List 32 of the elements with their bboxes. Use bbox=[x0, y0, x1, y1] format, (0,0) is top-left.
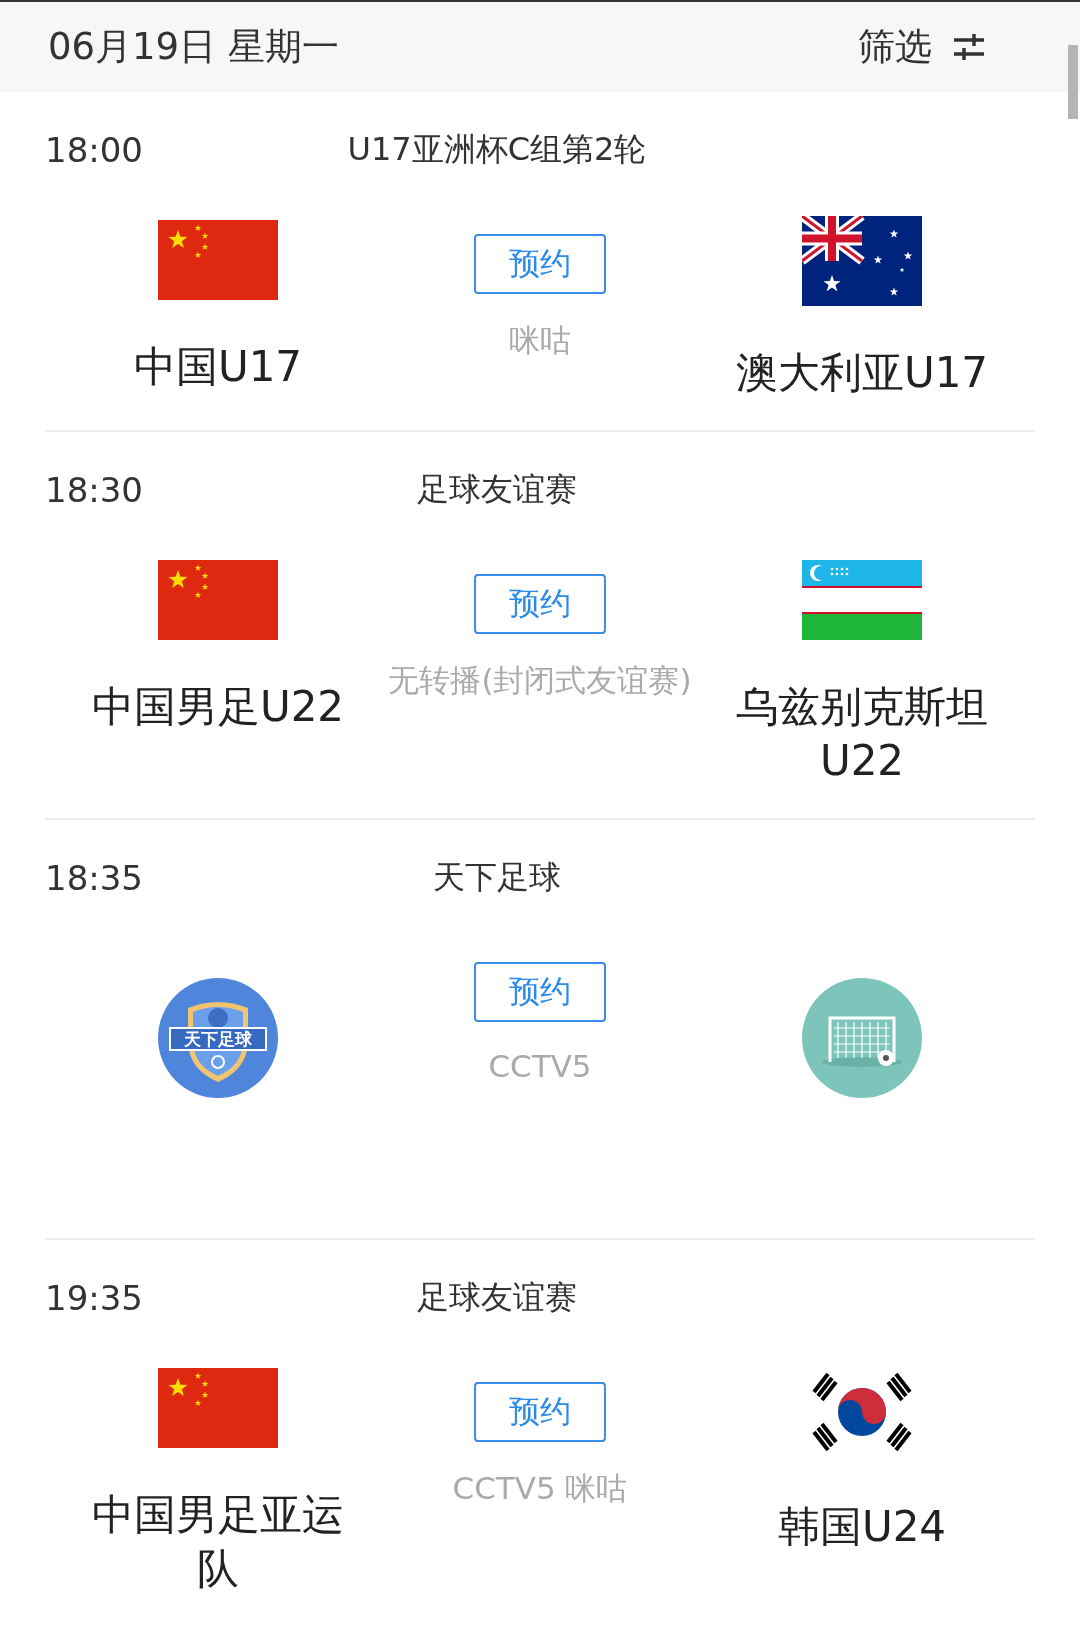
reserve-button[interactable]: 预约 bbox=[474, 574, 606, 634]
competition-name: 足球友谊赛 bbox=[416, 469, 578, 510]
team-name: 中国男足亚运队 bbox=[91, 1489, 345, 1595]
flag-icon bbox=[158, 1368, 278, 1448]
reserve-button[interactable]: 预约 bbox=[474, 234, 606, 294]
scrollbar[interactable] bbox=[1068, 45, 1078, 119]
goal-icon bbox=[802, 978, 922, 1098]
competition-name: 足球友谊赛 bbox=[416, 1277, 578, 1318]
logo-icon: 天下足球 bbox=[158, 978, 278, 1098]
broadcast-channel: CCTV5 咪咕 bbox=[452, 1469, 628, 1508]
broadcast-channel: CCTV5 bbox=[488, 1048, 592, 1084]
match-time: 18:00 bbox=[45, 130, 144, 170]
broadcast-channel: 无转播(封闭式友谊赛) bbox=[388, 661, 692, 700]
team-name: 中国U17 bbox=[133, 341, 303, 393]
date-title: 06月19日 星期一 bbox=[48, 24, 339, 70]
flag-icon bbox=[802, 216, 922, 306]
broadcast-channel: 咪咕 bbox=[509, 321, 571, 360]
competition-name: U17亚洲杯C组第2轮 bbox=[346, 129, 648, 170]
filter-button[interactable]: 筛选 bbox=[858, 22, 986, 72]
team-name: 澳大利亚U17 bbox=[735, 347, 989, 399]
reserve-button[interactable]: 预约 bbox=[474, 962, 606, 1022]
match-time: 18:35 bbox=[45, 858, 144, 898]
flag-icon bbox=[158, 560, 278, 640]
team-name: 乌兹别克斯坦U22 bbox=[735, 681, 989, 787]
team-name: 中国男足U22 bbox=[91, 681, 345, 733]
match-time: 18:30 bbox=[45, 470, 144, 510]
match-time: 19:35 bbox=[45, 1278, 144, 1318]
flag-icon bbox=[802, 560, 922, 640]
team-name: 韩国U24 bbox=[777, 1501, 947, 1553]
flag-icon bbox=[158, 220, 278, 300]
competition-name: 天下足球 bbox=[432, 857, 562, 898]
reserve-button[interactable]: 预约 bbox=[474, 1382, 606, 1442]
